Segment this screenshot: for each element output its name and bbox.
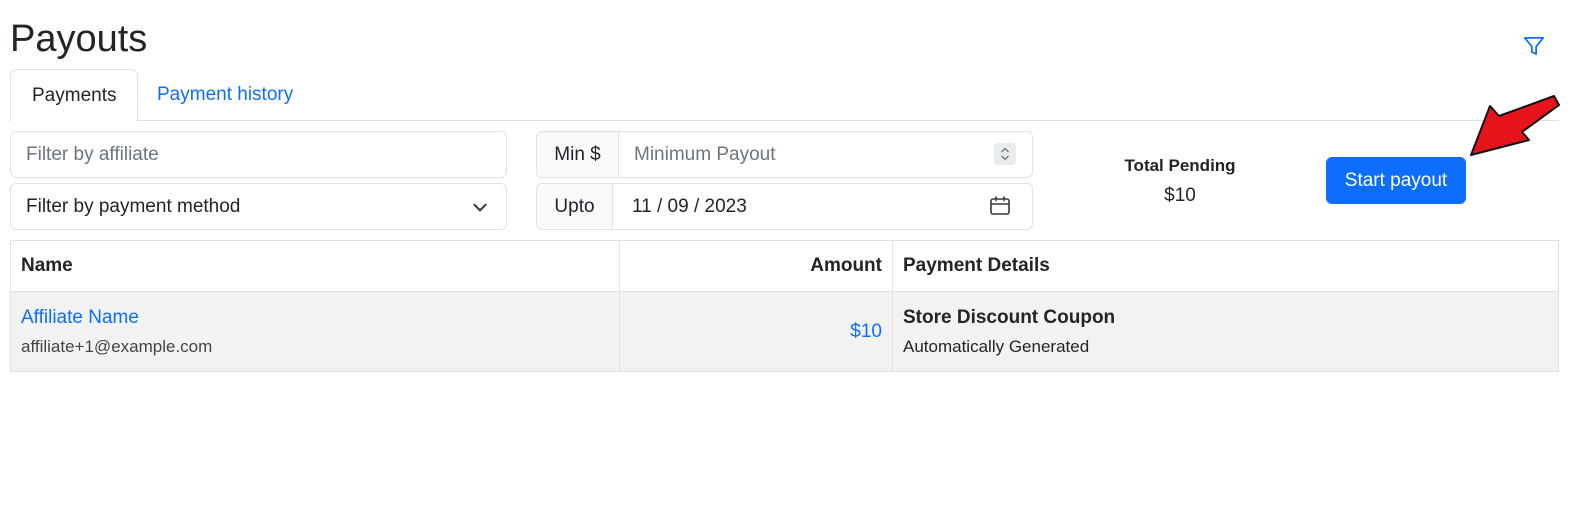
tabs-nav: Payments Payment history [10, 69, 1559, 122]
amount-column-header: Amount [619, 240, 893, 292]
amount-link[interactable]: $10 [850, 321, 882, 342]
min-label: Min $ [537, 132, 619, 177]
upto-date-group: Upto 11 / 09 / 2023 [536, 183, 1033, 230]
payouts-table: Name Amount Payment Details Affiliate Na… [10, 240, 1559, 372]
number-spinner-icon[interactable] [994, 143, 1016, 165]
name-column-header: Name [10, 240, 620, 292]
annotation-arrow-icon [1470, 95, 1560, 156]
table-row: Affiliate Name affiliate+1@example.com $… [10, 291, 1559, 372]
total-pending-value: $10 [1164, 185, 1196, 206]
start-payout-button[interactable]: Start payout [1326, 157, 1466, 204]
payment-details-cell: Store Discount Coupon Automatically Gene… [892, 291, 1559, 372]
payment-details-title: Store Discount Coupon [903, 306, 1116, 328]
payment-details-subtitle: Automatically Generated [903, 336, 1090, 356]
upto-date-value: 11 / 09 / 2023 [632, 195, 747, 217]
tab-payments[interactable]: Payments [10, 69, 139, 122]
table-header-row: Name Amount Payment Details [10, 240, 1559, 292]
page-title: Payouts [10, 18, 148, 60]
tab-payment-history[interactable]: Payment history [136, 69, 314, 121]
amount-cell: $10 [619, 291, 893, 372]
upto-date-input[interactable]: 11 / 09 / 2023 [613, 184, 1032, 229]
affiliate-filter-input[interactable] [10, 131, 507, 178]
payment-method-selected: Filter by payment method [26, 195, 241, 217]
min-payout-group: Min $ [536, 131, 1033, 178]
upto-label: Upto [537, 184, 613, 229]
payment-method-select[interactable]: Filter by payment method [10, 183, 507, 230]
affiliate-email: affiliate+1@example.com [21, 336, 213, 356]
total-pending-label: Total Pending [1124, 156, 1236, 175]
chevron-down-icon [473, 203, 487, 211]
funnel-icon[interactable] [1521, 33, 1547, 59]
affiliate-name-link[interactable]: Affiliate Name [21, 307, 609, 329]
payment-details-column-header: Payment Details [892, 240, 1559, 292]
calendar-icon[interactable] [988, 194, 1012, 218]
min-payout-input[interactable] [619, 132, 1032, 177]
name-cell: Affiliate Name affiliate+1@example.com [10, 291, 620, 372]
